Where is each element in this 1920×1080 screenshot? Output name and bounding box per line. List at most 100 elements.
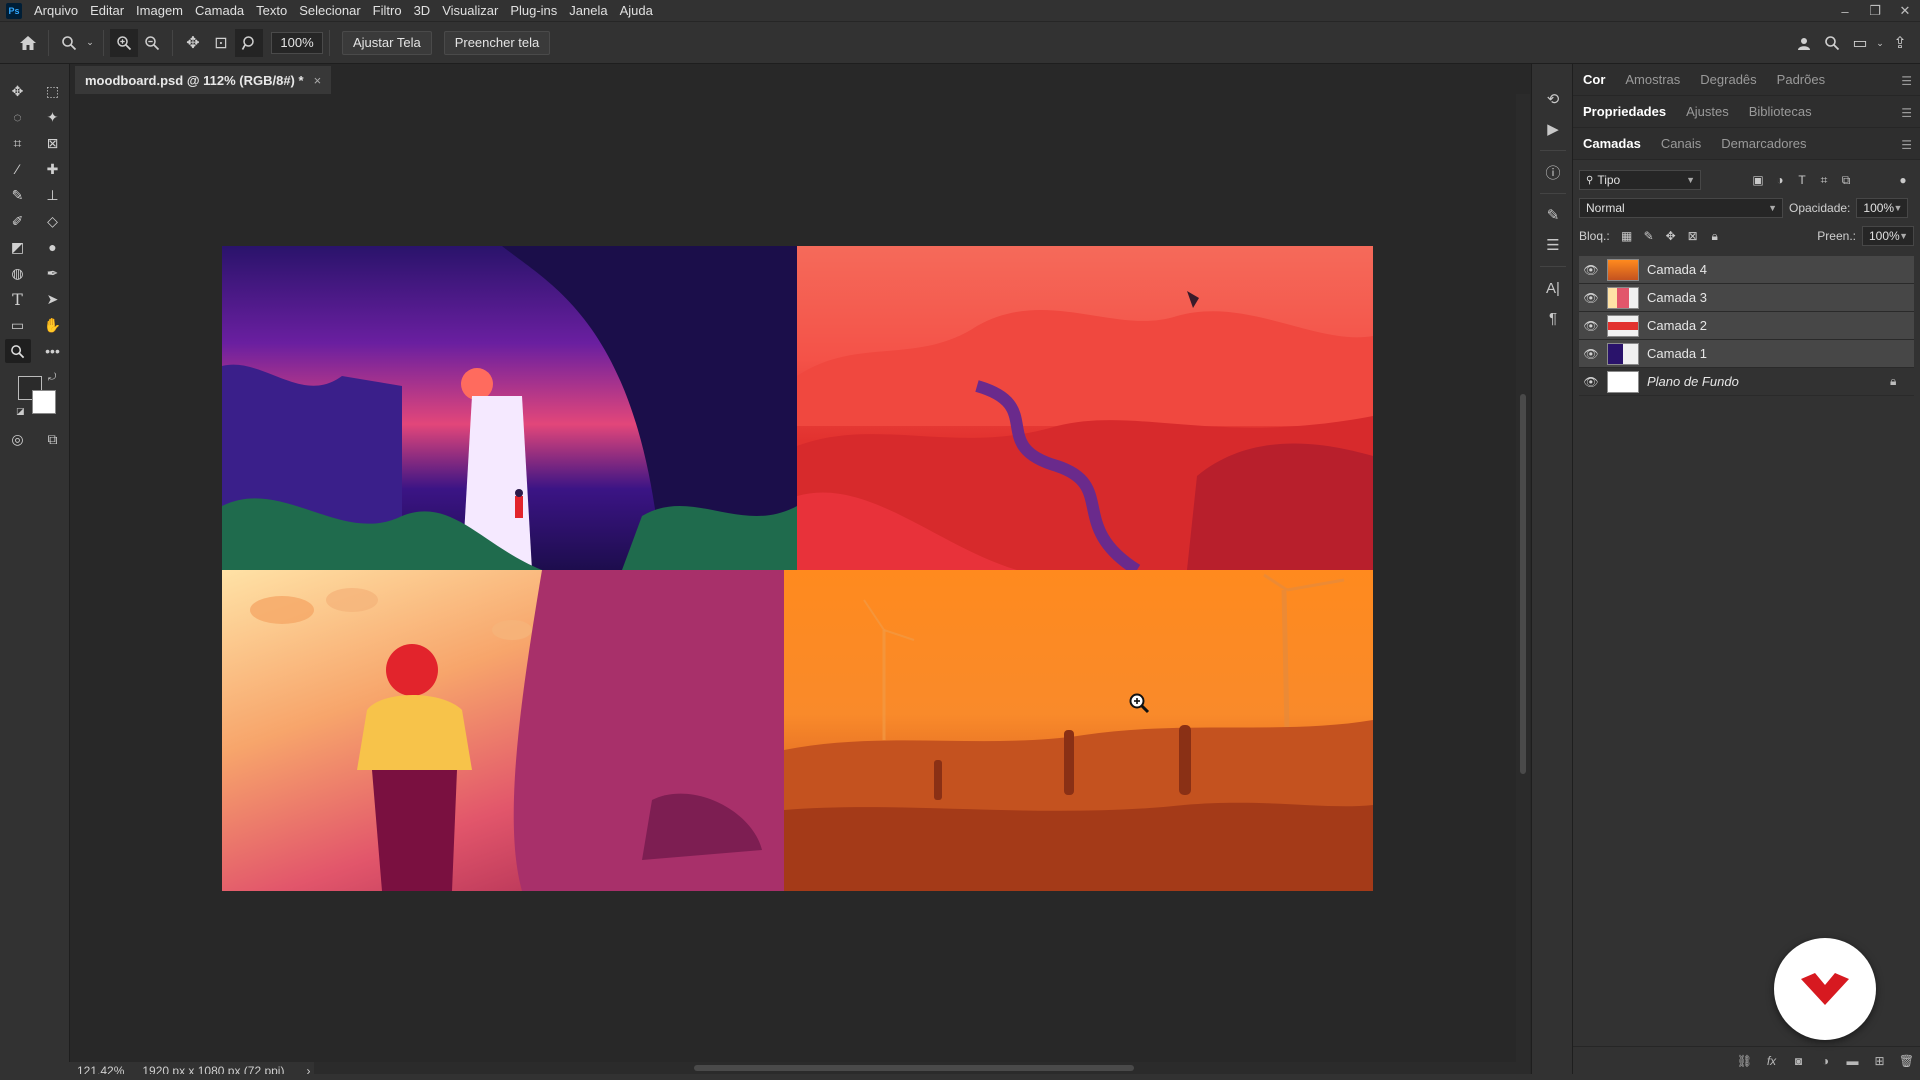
vertical-scrollbar[interactable]: [1516, 94, 1530, 1062]
info-panel-icon[interactable]: ⓘ: [1532, 157, 1574, 187]
stamp-tool-icon[interactable]: ⊥: [40, 183, 66, 207]
panel-menu-icon[interactable]: ☰: [1901, 138, 1912, 152]
fill-field[interactable]: 100% ▼: [1862, 226, 1914, 246]
blur-tool-icon[interactable]: ●: [40, 235, 66, 259]
scrubby-zoom-icon[interactable]: [235, 28, 263, 57]
layer-style-fx-icon[interactable]: fx: [1758, 1054, 1785, 1068]
menu-camada[interactable]: Camada: [189, 0, 250, 22]
filter-type-icon[interactable]: T: [1791, 170, 1813, 190]
layer-row-plano-de-fundo[interactable]: 👁︎ Plano de Fundo 🔒︎: [1579, 368, 1914, 396]
layer-row-camada-1[interactable]: 👁︎ Camada 1: [1579, 340, 1914, 368]
layer-row-camada-3[interactable]: 👁︎ Camada 3: [1579, 284, 1914, 312]
filter-adjustment-icon[interactable]: ◑: [1769, 170, 1791, 190]
menu-selecionar[interactable]: Selecionar: [293, 0, 366, 22]
workspace-icon[interactable]: ▭: [1846, 29, 1874, 57]
zoom-percent-field[interactable]: 100%: [271, 31, 323, 54]
chevron-down-icon[interactable]: ⌄: [83, 29, 97, 57]
paint-bucket-icon[interactable]: ◩: [5, 235, 31, 259]
close-window-icon[interactable]: ✕: [1890, 0, 1920, 22]
paragraph-panel-icon[interactable]: ¶: [1532, 303, 1574, 333]
screen-mode-icon[interactable]: ⧉: [40, 427, 66, 451]
menu-plugins[interactable]: Plug-ins: [504, 0, 563, 22]
swap-colors-icon[interactable]: ⤾: [48, 372, 56, 383]
lock-artboard-icon[interactable]: ⊠: [1682, 226, 1704, 246]
marquee-tool-icon[interactable]: ⬚: [40, 79, 66, 103]
move-tool-icon[interactable]: ✥: [5, 79, 31, 103]
menu-imagem[interactable]: Imagem: [130, 0, 189, 22]
layer-filter-select[interactable]: ⚲ Tipo ▼: [1579, 170, 1701, 190]
home-icon[interactable]: [14, 29, 42, 57]
brush-tool-icon[interactable]: ✎: [5, 183, 31, 207]
resize-windows-icon[interactable]: ✥: [179, 29, 207, 57]
filter-shape-icon[interactable]: ⌗: [1813, 170, 1835, 190]
rectangle-tool-icon[interactable]: ▭: [5, 313, 31, 337]
healing-brush-icon[interactable]: ✚: [40, 157, 66, 181]
menu-filtro[interactable]: Filtro: [367, 0, 408, 22]
restore-icon[interactable]: ❐: [1860, 0, 1890, 22]
fit-screen-button[interactable]: Ajustar Tela: [342, 30, 432, 55]
type-tool-icon[interactable]: T: [5, 287, 31, 311]
zoom-in-icon[interactable]: [110, 28, 138, 57]
menu-editar[interactable]: Editar: [84, 0, 130, 22]
filter-smart-object-icon[interactable]: ⧉: [1835, 170, 1857, 190]
tab-cor[interactable]: Cor: [1573, 64, 1615, 96]
new-group-icon[interactable]: ▬: [1839, 1054, 1866, 1068]
share-user-icon[interactable]: [1790, 29, 1818, 57]
link-layers-icon[interactable]: ⛓: [1731, 1054, 1758, 1068]
zoom-tool-preset-icon[interactable]: [55, 29, 83, 57]
tab-propriedades[interactable]: Propriedades: [1573, 96, 1676, 128]
menu-visualizar[interactable]: Visualizar: [436, 0, 504, 22]
adjustment-layer-icon[interactable]: ◑: [1812, 1054, 1839, 1068]
minimize-icon[interactable]: –: [1830, 0, 1860, 22]
layer-row-camada-4[interactable]: 👁︎ Camada 4: [1579, 256, 1914, 284]
brush-settings-icon[interactable]: ✎: [1532, 200, 1574, 230]
horizontal-scrollbar[interactable]: [314, 1062, 1530, 1074]
pen-tool-icon[interactable]: ✒: [40, 261, 66, 285]
actions-panel-icon[interactable]: ▶: [1532, 114, 1574, 144]
horizontal-scroll-thumb[interactable]: [694, 1065, 1134, 1071]
crop-tool-icon[interactable]: ⌗: [5, 131, 31, 155]
panel-menu-icon[interactable]: ☰: [1901, 106, 1912, 120]
document-tab[interactable]: moodboard.psd @ 112% (RGB/8#) * ×: [75, 66, 332, 94]
history-panel-icon[interactable]: ⟲: [1532, 84, 1574, 114]
background-color[interactable]: [32, 390, 56, 414]
delete-layer-icon[interactable]: 🗑︎: [1893, 1054, 1920, 1068]
tab-camadas[interactable]: Camadas: [1573, 128, 1651, 160]
fill-screen-button[interactable]: Preencher tela: [443, 30, 551, 55]
vertical-scroll-thumb[interactable]: [1520, 394, 1526, 774]
magic-wand-icon[interactable]: ✦: [40, 105, 66, 129]
tab-amostras[interactable]: Amostras: [1615, 64, 1690, 96]
zoom-out-icon[interactable]: [138, 29, 166, 57]
eyedropper-icon[interactable]: ⁄: [5, 157, 31, 181]
panel-menu-icon[interactable]: ☰: [1901, 74, 1912, 88]
quick-mask-icon[interactable]: ◎: [5, 427, 31, 451]
visibility-eye-icon[interactable]: 👁︎: [1579, 347, 1603, 361]
menu-texto[interactable]: Texto: [250, 0, 293, 22]
lock-all-icon[interactable]: 🔒︎: [1704, 226, 1726, 246]
zoom-all-windows-icon[interactable]: ⊡: [207, 29, 235, 57]
visibility-eye-icon[interactable]: 👁︎: [1579, 375, 1603, 389]
search-icon[interactable]: [1818, 29, 1846, 57]
visibility-eye-icon[interactable]: 👁︎: [1579, 319, 1603, 333]
history-brush-icon[interactable]: ✐: [5, 209, 31, 233]
tab-bibliotecas[interactable]: Bibliotecas: [1739, 96, 1822, 128]
lock-image-icon[interactable]: ✎: [1638, 226, 1660, 246]
lock-transparent-icon[interactable]: ▦: [1616, 226, 1638, 246]
lock-position-icon[interactable]: ✥: [1660, 226, 1682, 246]
default-colors-icon[interactable]: ◪: [16, 406, 25, 417]
more-tools-icon[interactable]: •••: [40, 339, 66, 363]
chevron-down-icon[interactable]: ⌄: [1874, 29, 1886, 57]
menu-janela[interactable]: Janela: [563, 0, 613, 22]
tab-demarcadores[interactable]: Demarcadores: [1711, 128, 1816, 160]
filter-toggle-icon[interactable]: ●: [1892, 170, 1914, 190]
visibility-eye-icon[interactable]: 👁︎: [1579, 263, 1603, 277]
zoom-tool-icon[interactable]: [4, 339, 31, 363]
dodge-tool-icon[interactable]: ◍: [5, 261, 31, 285]
tab-canais[interactable]: Canais: [1651, 128, 1711, 160]
eraser-tool-icon[interactable]: ◇: [40, 209, 66, 233]
menu-ajuda[interactable]: Ajuda: [614, 0, 659, 22]
path-selection-icon[interactable]: ➤: [40, 287, 66, 311]
hand-tool-icon[interactable]: ✋: [40, 313, 66, 337]
character-panel-icon[interactable]: A|: [1532, 273, 1574, 303]
filter-pixel-icon[interactable]: ▣: [1747, 170, 1769, 190]
